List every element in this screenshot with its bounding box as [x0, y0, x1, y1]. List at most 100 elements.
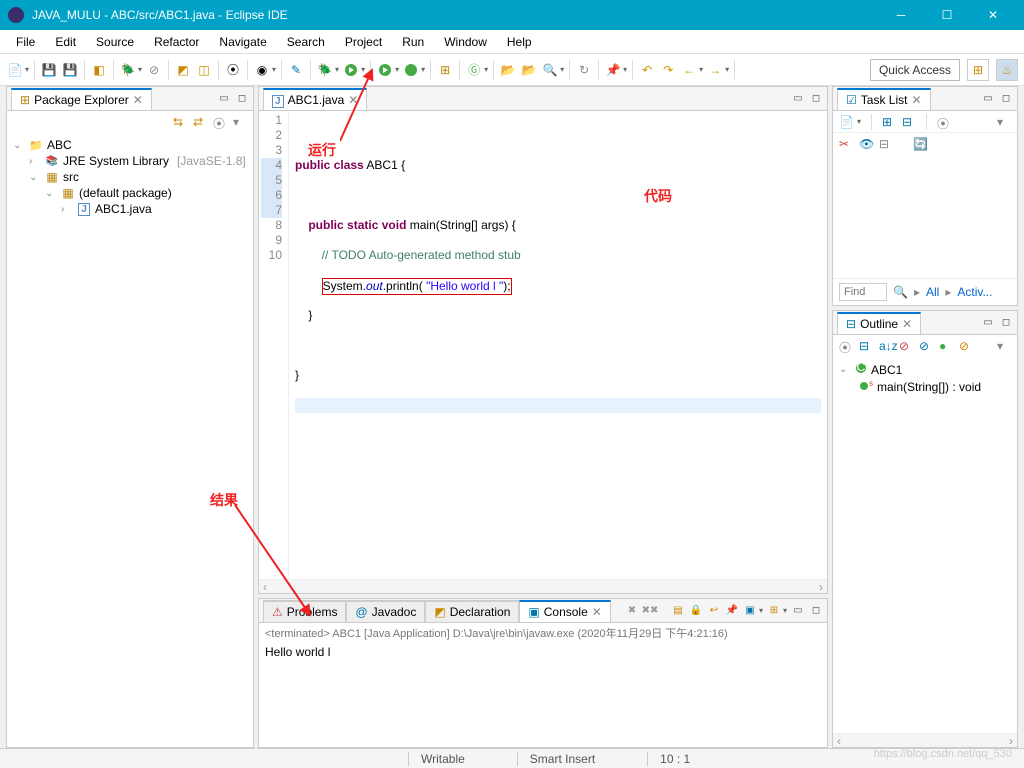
- menu-search[interactable]: Search: [277, 33, 335, 51]
- skip-breakpoints-icon[interactable]: ⊘: [145, 61, 163, 79]
- az-icon[interactable]: a↓z: [879, 339, 893, 353]
- new-java-icon[interactable]: ◩: [174, 61, 192, 79]
- link-icon[interactable]: ⇄: [193, 115, 207, 129]
- editor-tab[interactable]: ABC1.java ✕: [263, 88, 367, 110]
- dropdown-icon[interactable]: ▾: [725, 65, 729, 74]
- maximize-icon[interactable]: ◻: [999, 92, 1013, 106]
- chevron-down-icon[interactable]: ⌄: [839, 364, 851, 375]
- scroll-lock-icon[interactable]: 🔒: [689, 604, 703, 618]
- menu-window[interactable]: Window: [434, 33, 497, 51]
- perspective-open-icon[interactable]: ⊞: [967, 59, 989, 81]
- new-task-icon[interactable]: 📄: [839, 115, 853, 129]
- focus-icon[interactable]: ⦿: [937, 115, 951, 129]
- search-icon[interactable]: 🔍: [893, 285, 908, 299]
- dropdown-icon[interactable]: ▾: [138, 65, 142, 74]
- tab-problems[interactable]: ⚠Problems: [263, 600, 346, 622]
- forward-icon[interactable]: ↷: [659, 61, 677, 79]
- save-icon[interactable]: 💾: [40, 61, 58, 79]
- tree-icon[interactable]: ⊟: [902, 115, 916, 129]
- find-input[interactable]: [839, 283, 887, 301]
- maximize-icon[interactable]: ◻: [999, 316, 1013, 330]
- maximize-button[interactable]: ☐: [924, 0, 970, 30]
- dropdown-icon[interactable]: ▾: [560, 65, 564, 74]
- menu-icon[interactable]: ▾: [233, 115, 247, 129]
- outline-method[interactable]: s main(String[]) : void: [839, 378, 1011, 395]
- pin-console-icon[interactable]: 📌: [725, 604, 739, 618]
- menu-icon[interactable]: ▾: [997, 115, 1011, 129]
- menu-help[interactable]: Help: [497, 33, 542, 51]
- nav-fwd-icon[interactable]: →: [706, 61, 724, 79]
- minimize-icon[interactable]: ▭: [791, 604, 805, 618]
- outline-tab[interactable]: ⊟Outline✕: [837, 312, 921, 334]
- tab-console[interactable]: ▣Console✕: [519, 600, 610, 622]
- close-tab-icon[interactable]: ✕: [348, 93, 358, 107]
- quick-access[interactable]: Quick Access: [870, 59, 960, 81]
- close-tab-icon[interactable]: ✕: [133, 93, 143, 107]
- menu-file[interactable]: File: [6, 33, 45, 51]
- tab-javadoc[interactable]: @Javadoc: [346, 600, 425, 622]
- hide-fields-icon[interactable]: ⊘: [899, 339, 913, 353]
- outline-class[interactable]: ⌄ C ABC1: [839, 361, 1011, 378]
- minimize-icon[interactable]: ▭: [217, 92, 231, 106]
- java-perspective-icon[interactable]: ♨: [996, 59, 1018, 81]
- display-console-icon[interactable]: ▣: [743, 604, 757, 618]
- package-explorer-tab[interactable]: ⊞ Package Explorer ✕: [11, 88, 152, 110]
- saveall-icon[interactable]: 💾: [61, 61, 79, 79]
- minimize-icon[interactable]: ▭: [981, 92, 995, 106]
- maximize-icon[interactable]: ◻: [235, 92, 249, 106]
- chevron-down-icon[interactable]: ⌄: [13, 140, 25, 151]
- dropdown-icon[interactable]: ▾: [623, 65, 627, 74]
- pin-icon[interactable]: 📌: [604, 61, 622, 79]
- all-link[interactable]: All: [926, 285, 939, 299]
- new-icon[interactable]: 📄: [6, 61, 24, 79]
- open-type-icon[interactable]: ◧: [90, 61, 108, 79]
- dropdown-icon[interactable]: ▾: [335, 65, 339, 74]
- task-list-tab[interactable]: ☑Task List✕: [837, 88, 931, 110]
- collapse-icon[interactable]: ⊟: [879, 137, 893, 151]
- run-button[interactable]: [342, 61, 360, 79]
- chevron-right-icon[interactable]: ›: [61, 204, 73, 215]
- collapse-icon[interactable]: ⇆: [173, 115, 187, 129]
- close-button[interactable]: ✕: [970, 0, 1016, 30]
- hide-nonpublic-icon[interactable]: ●: [939, 339, 953, 353]
- tree-package[interactable]: ⌄ (default package): [13, 185, 247, 201]
- remove-all-icon[interactable]: ✖✖: [643, 604, 657, 618]
- categorize-icon[interactable]: ⊞: [882, 115, 896, 129]
- dropdown-icon[interactable]: ▾: [484, 65, 488, 74]
- minimize-button[interactable]: ─: [878, 0, 924, 30]
- run-last-icon[interactable]: [376, 61, 394, 79]
- debug-config-icon[interactable]: 🪲: [316, 61, 334, 79]
- chevron-right-icon[interactable]: ›: [29, 156, 41, 167]
- focus-icon[interactable]: ⦿: [213, 115, 227, 129]
- sort-icon[interactable]: ⊟: [859, 339, 873, 353]
- menu-navigate[interactable]: Navigate: [209, 33, 276, 51]
- sync-icon[interactable]: 🔄: [913, 137, 927, 151]
- dropdown-icon[interactable]: ▾: [361, 65, 365, 74]
- menu-source[interactable]: Source: [86, 33, 144, 51]
- remove-launch-icon[interactable]: ✖: [625, 604, 639, 618]
- dropdown-icon[interactable]: ▾: [395, 65, 399, 74]
- folder2-icon[interactable]: 📂: [520, 61, 538, 79]
- editor-body[interactable]: 123 4 5 6 7 8910 public class ABC1 { pub…: [259, 111, 827, 579]
- activate-link[interactable]: Activ...: [957, 285, 992, 299]
- tree-file[interactable]: › ABC1.java: [13, 201, 247, 217]
- tree-project[interactable]: ⌄ ABC: [13, 137, 247, 153]
- nav-back-icon[interactable]: ←: [680, 61, 698, 79]
- maximize-icon[interactable]: ◻: [809, 92, 823, 106]
- minimize-icon[interactable]: ▭: [791, 92, 805, 106]
- toggle-icon[interactable]: ⦿: [224, 61, 242, 79]
- tab-declaration[interactable]: ◩Declaration: [425, 600, 519, 622]
- back-icon[interactable]: ↶: [638, 61, 656, 79]
- tree-jre[interactable]: › JRE System Library [JavaSE-1.8]: [13, 153, 247, 169]
- hide-static-icon[interactable]: ⊘: [919, 339, 933, 353]
- new-class-icon[interactable]: Ⓖ: [465, 61, 483, 79]
- clear-console-icon[interactable]: ▤: [671, 604, 685, 618]
- console-output[interactable]: Hello world l: [259, 643, 827, 747]
- menu-run[interactable]: Run: [392, 33, 434, 51]
- coverage-icon[interactable]: [402, 61, 420, 79]
- open-console-icon[interactable]: ⊞: [767, 604, 781, 618]
- menu-project[interactable]: Project: [335, 33, 392, 51]
- wand-icon[interactable]: ✎: [287, 61, 305, 79]
- code-area[interactable]: public class ABC1 { public static void m…: [289, 111, 827, 579]
- tree-src[interactable]: ⌄ src: [13, 169, 247, 185]
